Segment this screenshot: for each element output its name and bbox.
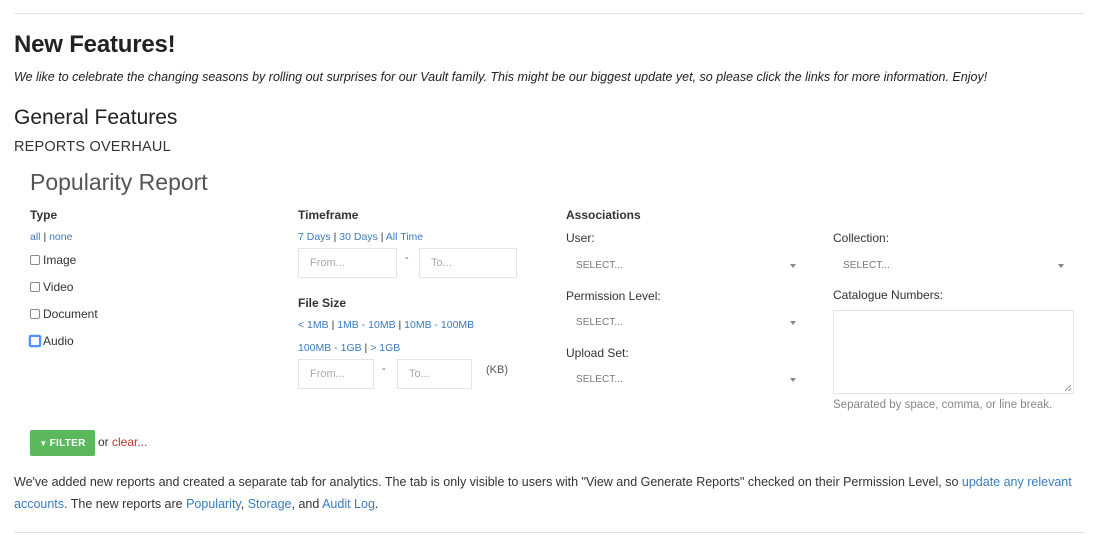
- size-10-100mb-link[interactable]: 10MB - 100MB: [404, 319, 474, 331]
- audio-label: Audio: [43, 334, 74, 348]
- feature-description: We've added new reports and created a se…: [14, 471, 1074, 515]
- desc-end: .: [374, 497, 379, 511]
- size-dash: -: [382, 363, 386, 375]
- collection-label: Collection:: [833, 231, 890, 245]
- document-label: Document: [43, 307, 98, 321]
- size-1-10mb-link[interactable]: 1MB - 10MB: [337, 319, 395, 331]
- chevron-down-icon: [790, 321, 796, 325]
- catalogue-numbers-textarea[interactable]: [833, 310, 1074, 394]
- size-over-1gb-link[interactable]: > 1GB: [370, 342, 400, 354]
- upload-set-select[interactable]: SELECT...: [566, 366, 796, 394]
- top-divider: [14, 13, 1084, 14]
- timeframe-dash: -: [405, 252, 409, 264]
- chevron-down-icon: [790, 378, 796, 382]
- filter-icon: ▼: [39, 438, 48, 448]
- type-option-document[interactable]: Document: [30, 307, 98, 321]
- timeframe-all-time-link[interactable]: All Time: [386, 231, 423, 243]
- permission-level-label: Permission Level:: [566, 289, 661, 303]
- timeframe-label: Timeframe: [298, 208, 359, 222]
- page-title: New Features!: [14, 31, 176, 58]
- desc-comma: ,: [240, 497, 248, 511]
- audit-log-link[interactable]: Audit Log: [322, 497, 375, 511]
- size-under-1mb-link[interactable]: < 1MB: [298, 319, 329, 331]
- collection-select[interactable]: SELECT...: [833, 252, 1064, 280]
- video-label: Video: [43, 280, 74, 294]
- catalogue-help-text: Separated by space, comma, or line break…: [833, 399, 1053, 411]
- permission-select-value: SELECT...: [576, 317, 624, 328]
- audio-checkbox[interactable]: [29, 335, 41, 347]
- user-label: User:: [566, 231, 595, 245]
- filter-button-label: FILTER: [49, 437, 86, 449]
- timeframe-links: 7 Days | 30 Days | All Time: [298, 231, 423, 243]
- popularity-link[interactable]: Popularity: [186, 497, 241, 511]
- permission-level-select[interactable]: SELECT...: [566, 309, 796, 337]
- collection-select-value: SELECT...: [843, 260, 891, 271]
- desc-and: , and: [291, 497, 323, 511]
- chevron-down-icon: [790, 264, 796, 268]
- timeframe-30-days-link[interactable]: 30 Days: [339, 231, 378, 243]
- file-size-links-row1: < 1MB | 1MB - 10MB | 10MB - 100MB: [298, 319, 474, 331]
- chevron-down-icon: [1058, 264, 1064, 268]
- clear-link[interactable]: clear...: [112, 435, 147, 449]
- upload-set-label: Upload Set:: [566, 346, 629, 360]
- select-all-link[interactable]: all: [30, 231, 41, 243]
- size-to-input[interactable]: To...: [397, 359, 472, 389]
- resize-grip-icon[interactable]: [1065, 385, 1071, 391]
- storage-link[interactable]: Storage: [248, 497, 292, 511]
- subsection-title: REPORTS OVERHAUL: [14, 139, 171, 155]
- separator: |: [331, 319, 335, 331]
- file-size-label: File Size: [298, 296, 347, 310]
- select-none-link[interactable]: none: [49, 231, 72, 243]
- separator: |: [398, 319, 402, 331]
- separator: |: [333, 231, 337, 243]
- separator: |: [364, 342, 368, 354]
- type-option-image[interactable]: Image: [30, 253, 76, 267]
- filter-button[interactable]: ▼ FILTER: [30, 430, 95, 456]
- catalogue-numbers-label: Catalogue Numbers:: [833, 288, 944, 302]
- clear-filters-text: or clear...: [98, 435, 147, 449]
- bottom-divider: [14, 532, 1084, 533]
- intro-text: We like to celebrate the changing season…: [14, 70, 988, 84]
- or-label: or: [98, 435, 109, 449]
- upload-select-value: SELECT...: [576, 374, 624, 385]
- associations-label: Associations: [566, 208, 641, 222]
- image-checkbox[interactable]: [30, 255, 40, 265]
- section-title: General Features: [14, 106, 178, 129]
- desc-part1: We've added new reports and created a se…: [14, 475, 962, 489]
- document-checkbox[interactable]: [30, 309, 40, 319]
- type-option-audio[interactable]: Audio: [29, 334, 74, 348]
- size-100mb-1gb-link[interactable]: 100MB - 1GB: [298, 342, 362, 354]
- size-unit: (KB): [486, 364, 508, 376]
- size-from-input[interactable]: From...: [298, 359, 374, 389]
- report-title: Popularity Report: [30, 169, 208, 195]
- type-select-links: all | none: [30, 231, 72, 243]
- file-size-links-row2: 100MB - 1GB | > 1GB: [298, 342, 400, 354]
- type-option-video[interactable]: Video: [30, 280, 73, 294]
- type-label: Type: [30, 208, 58, 222]
- timeframe-from-input[interactable]: From...: [298, 248, 397, 278]
- timeframe-to-input[interactable]: To...: [419, 248, 517, 278]
- timeframe-7-days-link[interactable]: 7 Days: [298, 231, 331, 243]
- video-checkbox[interactable]: [30, 282, 40, 292]
- image-label: Image: [43, 253, 77, 267]
- separator: |: [380, 231, 384, 243]
- separator: |: [43, 231, 47, 243]
- user-select-value: SELECT...: [576, 260, 624, 271]
- desc-part2: . The new reports are: [64, 497, 187, 511]
- user-select[interactable]: SELECT...: [566, 252, 796, 280]
